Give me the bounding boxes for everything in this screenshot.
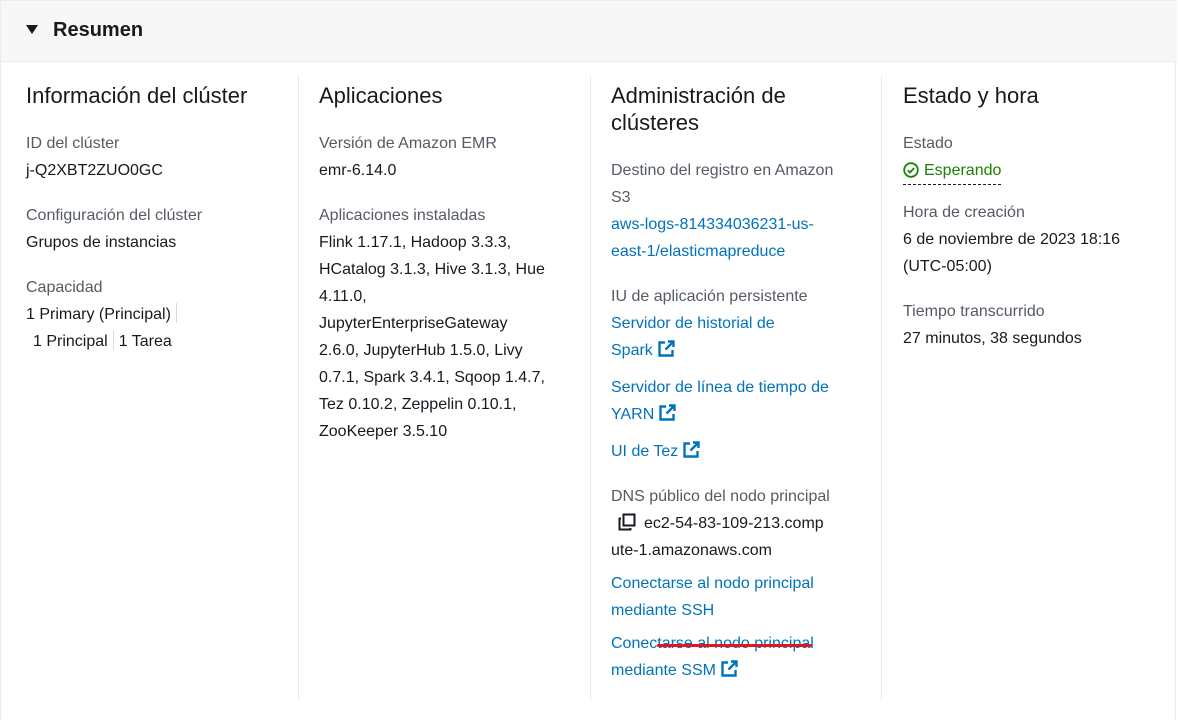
yarn-timeline-link-line: YARN (611, 406, 655, 423)
capacity-separator (175, 303, 177, 323)
external-link-icon (683, 441, 700, 458)
status-value-text: Esperando (924, 162, 1002, 179)
public-dns-value: ec2-54-83-109-213.comp ute-1.amazonaws.co… (611, 510, 871, 564)
installed-apps-line: 4.11.0, (319, 288, 367, 305)
column-divider (298, 75, 299, 700)
tez-ui-link-text: UI de Tez (611, 443, 679, 460)
capacity-label: Capacidad (26, 279, 103, 296)
cluster-admin-title-line: clústeres (611, 110, 700, 135)
log-destination-link[interactable]: aws-logs-814334036231-us-east-1/elasticm… (611, 211, 871, 265)
column-divider (881, 75, 882, 700)
public-dns-line: ec2-54-83-109-213.comp (644, 515, 824, 532)
installed-apps-line: 0.7.1, Spark 3.4.1, Sqoop 1.4.7, (319, 369, 545, 386)
applications-column: Aplicaciones Versión de Amazon EMR emr-6… (319, 75, 579, 445)
cluster-id-value: j-Q2XBT2ZUO0GC (26, 162, 163, 179)
installed-apps-line: ZooKeeper 3.5.10 (319, 423, 448, 440)
external-link-icon (659, 404, 676, 421)
creation-time-value: 6 de noviembre de 2023 18:16 (UTC-05:00) (903, 226, 1173, 280)
summary-title: Resumen (53, 19, 144, 41)
connect-ssh-link-line: mediante SSH (611, 602, 715, 619)
emr-version-label: Versión de Amazon EMR (319, 135, 497, 152)
cluster-id-label: ID del clúster (26, 135, 120, 152)
capacity-principal: 1 Principal (33, 333, 108, 350)
tez-ui-link[interactable]: UI de Tez (611, 438, 871, 465)
cluster-admin-column: Administración de clústeres Destino del r… (611, 75, 871, 684)
status-time-column: Estado y hora Estado Esperando Hora de c… (903, 75, 1173, 352)
log-destination-label-line: S3 (611, 189, 631, 206)
cluster-admin-title: Administración de clústeres (611, 82, 871, 136)
check-circle-icon (903, 162, 919, 178)
caret-down-icon[interactable] (26, 25, 38, 34)
connect-ssm-link-line: mediante SSM (611, 662, 716, 679)
cluster-info-title: Información del clúster (26, 83, 248, 108)
connect-ssh-link-line: Conectarse al nodo principal (611, 575, 814, 592)
connect-ssh-link[interactable]: Conectarse al nodo principal mediante SSH (611, 570, 871, 624)
capacity-primary-text: 1 Primary (Principal) (26, 306, 171, 323)
spark-history-link-line: Spark (611, 342, 653, 359)
capacity-separator (112, 330, 114, 350)
yarn-timeline-link-line: Servidor de línea de tiempo de (611, 379, 829, 396)
cluster-config-value: Grupos de instancias (26, 234, 177, 251)
emr-version-value: emr-6.14.0 (319, 162, 397, 179)
installed-apps-line: JupyterEnterpriseGateway (319, 315, 508, 332)
installed-apps-line: 2.6.0, JupyterHub 1.5.0, Livy (319, 342, 523, 359)
public-dns-label: DNS público del nodo principal (611, 488, 830, 505)
cluster-config-label: Configuración del clúster (26, 207, 203, 224)
installed-apps-line: Flink 1.17.1, Hadoop 3.3.3, (319, 234, 512, 251)
log-destination-link-line: aws-logs-814334036231-us- (611, 216, 814, 233)
connect-ssm-link[interactable]: Conectarse al nodo principalmediante SSM (611, 630, 871, 684)
log-destination-label-line: Destino del registro en Amazon (611, 162, 834, 179)
capacity-nodes: 1 Principal 1 Tarea (26, 328, 286, 355)
spark-history-link-line: Servidor de historial de (611, 315, 775, 332)
installed-apps-label: Aplicaciones instaladas (319, 207, 486, 224)
installed-apps-line: Tez 0.10.2, Zeppelin 0.10.1, (319, 396, 517, 413)
capacity-primary: 1 Primary (Principal) (26, 301, 286, 328)
spark-history-link[interactable]: Servidor de historial de Spark (611, 310, 871, 364)
status-value[interactable]: Esperando (903, 157, 1002, 185)
installed-apps-line: HCatalog 3.1.3, Hive 3.1.3, Hue (319, 261, 545, 278)
status-time-title: Estado y hora (903, 83, 1039, 108)
elapsed-time-label: Tiempo transcurrido (903, 303, 1045, 320)
annotation-underline (657, 644, 812, 647)
creation-time-label: Hora de creación (903, 204, 1025, 221)
summary-header[interactable]: Resumen (1, 1, 1177, 62)
public-dns-line: ute-1.amazonaws.com (611, 542, 772, 559)
creation-time-line: 6 de noviembre de 2023 18:16 (903, 231, 1121, 248)
yarn-timeline-link[interactable]: Servidor de línea de tiempo de YARN (611, 374, 871, 428)
external-link-icon (721, 660, 738, 677)
elapsed-time-value: 27 minutos, 38 segundos (903, 330, 1082, 347)
log-destination-link-line: east-1/elasticmapreduce (611, 243, 786, 260)
persistent-ui-label: IU de aplicación persistente (611, 288, 808, 305)
column-divider (590, 75, 591, 700)
cluster-info-column: Información del clúster ID del clúster j… (26, 75, 286, 355)
log-destination-label: Destino del registro en Amazon S3 (611, 157, 871, 211)
external-link-icon (658, 340, 675, 357)
creation-time-line: (UTC-05:00) (903, 258, 992, 275)
capacity-task: 1 Tarea (118, 333, 172, 350)
status-label: Estado (903, 135, 953, 152)
applications-title: Aplicaciones (319, 83, 443, 108)
copy-icon[interactable] (618, 513, 636, 531)
cluster-admin-title-line: Administración de (611, 83, 786, 108)
